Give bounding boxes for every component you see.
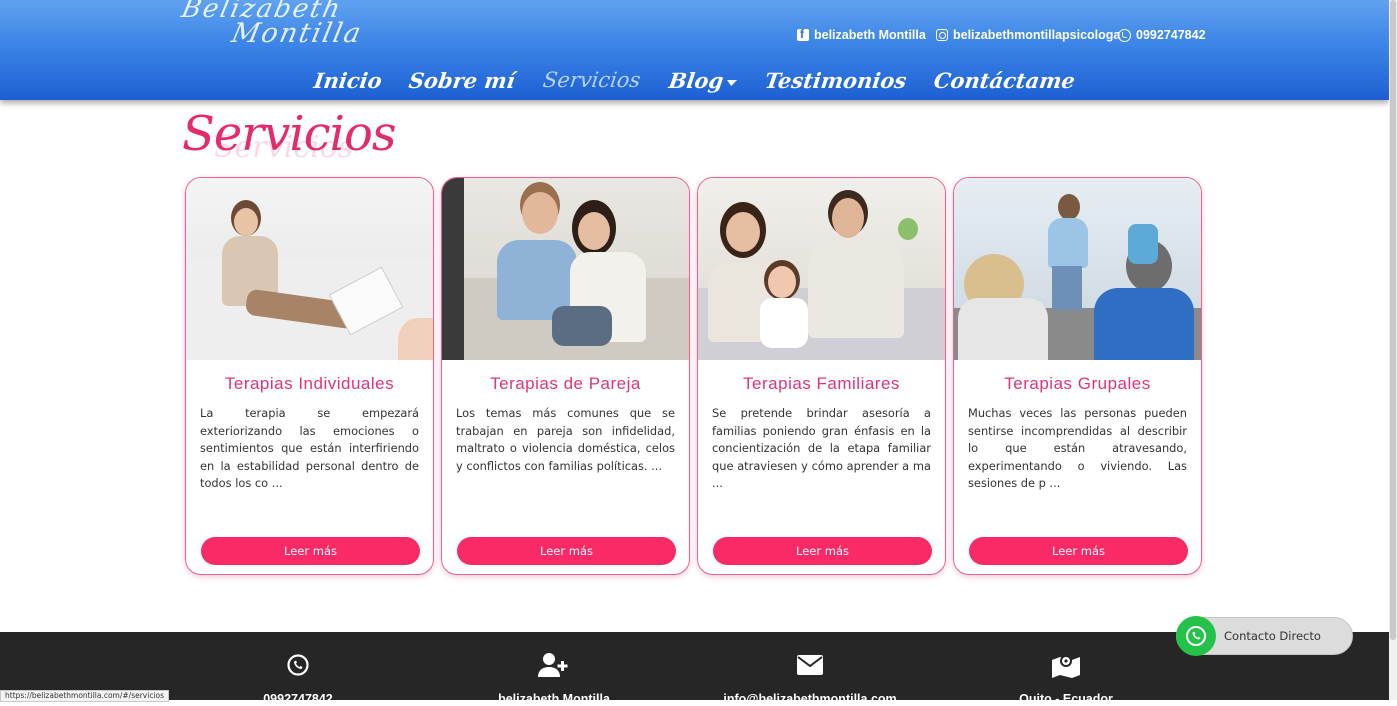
read-more-button[interactable]: Leer más: [969, 537, 1188, 565]
chevron-down-icon: [726, 79, 738, 86]
footer-facebook[interactable]: belizabeth Montilla: [454, 652, 654, 706]
service-card-title: Terapias Individuales: [224, 374, 395, 393]
read-more-button[interactable]: Leer más: [457, 537, 676, 565]
header-whatsapp-link[interactable]: 0992747842: [1118, 26, 1206, 44]
main-nav: Inicio Sobre mí Servicios Blog Testimoni…: [0, 68, 1389, 93]
service-card-text: Muchas veces las personas pueden sentirs…: [968, 406, 1187, 491]
service-card-pareja: Terapias de Pareja Los temas más comunes…: [441, 177, 690, 575]
whatsapp-icon: [1176, 616, 1216, 656]
footer-location[interactable]: Quito - Ecuador: [966, 652, 1166, 706]
service-image-grupal: [954, 178, 1201, 360]
service-image-familiar: [698, 178, 945, 360]
map-pin-icon: [966, 652, 1166, 678]
service-image-pareja: [442, 178, 689, 360]
nav-item-sobre-mi[interactable]: Sobre mí: [394, 68, 531, 93]
footer-email-label: info@belizabethmontilla.com: [723, 692, 897, 706]
header-facebook-label: belizabeth Montilla: [814, 28, 926, 42]
whatsapp-contact-button[interactable]: Contacto Directo: [1176, 616, 1353, 656]
status-bar-url: https://belizabethmontilla.com/#/servici…: [0, 690, 170, 702]
read-more-button[interactable]: Leer más: [713, 537, 932, 565]
nav-item-blog-label: Blog: [666, 68, 725, 93]
services-grid: Terapias Individuales La terapia se empe…: [185, 177, 1202, 575]
service-image-individual: [186, 178, 433, 360]
service-card-title: Terapias de Pareja: [490, 374, 641, 393]
whatsapp-icon: [1118, 28, 1131, 42]
nav-item-contactame[interactable]: Contáctame: [919, 68, 1091, 93]
footer-location-label: Quito - Ecuador: [1019, 692, 1113, 706]
service-card-title: Terapias Familiares: [743, 374, 900, 393]
instagram-icon: [936, 29, 948, 41]
whatsapp-icon: [198, 652, 398, 678]
service-card-text: Los temas más comunes que se trabajan en…: [456, 406, 675, 473]
service-card-individual: Terapias Individuales La terapia se empe…: [185, 177, 434, 575]
footer-facebook-label: belizabeth Montilla: [498, 692, 610, 706]
service-card-text: Se pretende brindar asesoría a familias …: [712, 406, 931, 491]
facebook-icon: [797, 27, 809, 41]
add-user-icon: [454, 652, 654, 678]
brand-logo[interactable]: Belizabeth Montilla: [179, 0, 410, 60]
header-instagram-link[interactable]: belizabethmontillapsicologa: [936, 26, 1120, 44]
nav-item-inicio[interactable]: Inicio: [298, 68, 397, 93]
page-title: Servicios: [182, 106, 396, 162]
service-card-grupal: Terapias Grupales Muchas veces las perso…: [953, 177, 1202, 575]
footer-email[interactable]: info@belizabethmontilla.com: [710, 652, 910, 706]
page-scrollbar[interactable]: [1389, 0, 1397, 700]
service-card-text: La terapia se empezará exteriorizando la…: [200, 406, 419, 491]
service-card-title: Terapias Grupales: [1004, 374, 1151, 393]
read-more-button[interactable]: Leer más: [201, 537, 420, 565]
site-header: Belizabeth Montilla belizabeth Montilla …: [0, 0, 1389, 100]
header-facebook-link[interactable]: belizabeth Montilla: [797, 26, 926, 44]
scrollbar-thumb[interactable]: [1390, 0, 1396, 640]
nav-item-servicios[interactable]: Servicios: [527, 68, 656, 93]
footer-phone-label: 0992747842: [263, 692, 333, 706]
whatsapp-contact-label: Contacto Directo: [1224, 629, 1321, 643]
header-instagram-label: belizabethmontillapsicologa: [953, 28, 1121, 42]
envelope-icon: [710, 652, 910, 678]
nav-item-blog[interactable]: Blog: [653, 68, 753, 93]
brand-logo-line2: Montilla: [228, 18, 366, 49]
service-card-familiar: Terapias Familiares Se pretende brindar …: [697, 177, 946, 575]
header-whatsapp-label: 0992747842: [1136, 28, 1206, 42]
nav-item-testimonios[interactable]: Testimonios: [749, 68, 922, 93]
footer-phone[interactable]: 0992747842: [198, 652, 398, 706]
